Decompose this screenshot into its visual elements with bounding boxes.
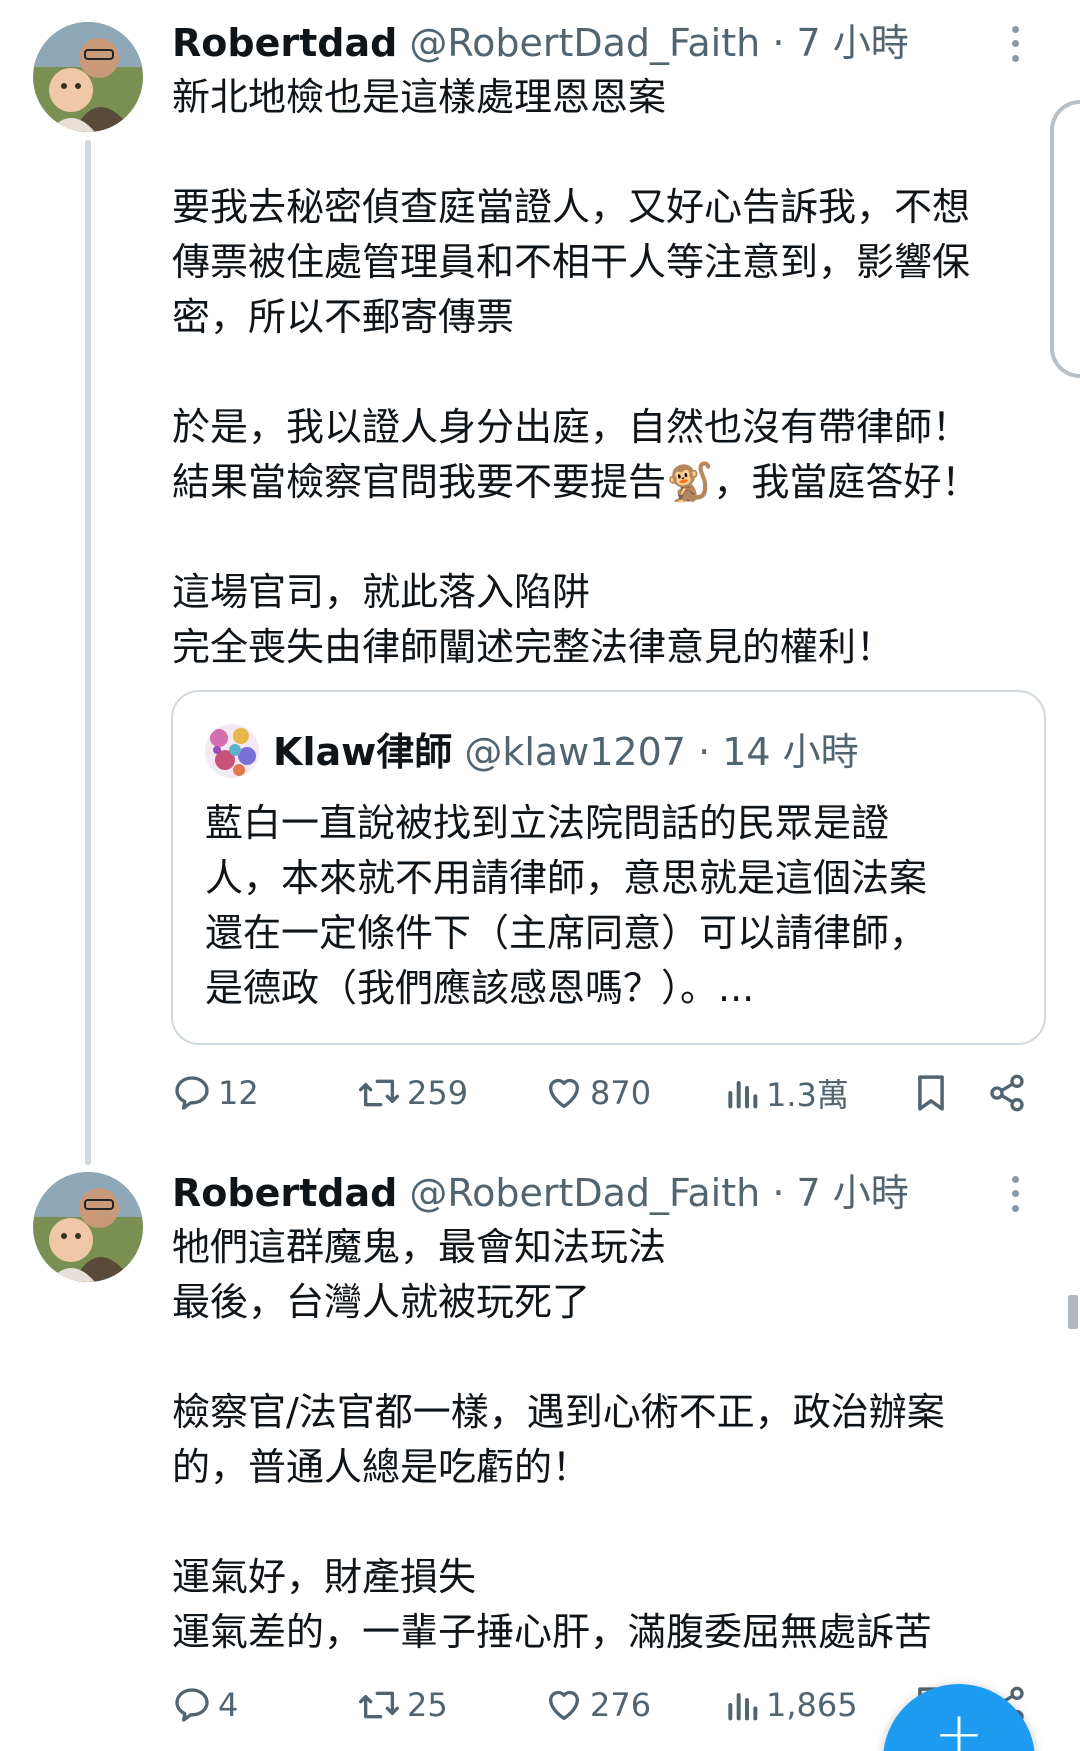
like-count: 870: [590, 1074, 652, 1112]
timestamp[interactable]: 7 小時: [797, 21, 909, 65]
heart-icon: [549, 1690, 579, 1720]
like-count: 276: [590, 1686, 652, 1724]
retweet-button[interactable]: 259: [357, 1063, 468, 1123]
retweet-icon: [358, 1079, 399, 1107]
bookmark-button[interactable]: [912, 1063, 950, 1123]
plus-icon: +: [933, 1699, 985, 1751]
tweet-paragraph: 新北地檢也是這樣處理恩恩案: [172, 75, 667, 119]
like-button[interactable]: 276: [544, 1675, 651, 1735]
edge-handle[interactable]: [1050, 100, 1080, 378]
retweet-icon: [358, 1691, 399, 1719]
username[interactable]: @RobertDad_Faith: [409, 21, 760, 65]
tweet-text: 新北地檢也是這樣處理恩恩案 要我去秘密偵查庭當證人，又好心告訴我，不想 傳票被住…: [172, 70, 1042, 675]
username[interactable]: @RobertDad_Faith: [409, 1171, 760, 1215]
display-name[interactable]: Robertdad: [172, 1171, 397, 1215]
tweet[interactable]: Robertdad @RobertDad_Faith · 7 小時 牠們這群魔鬼…: [0, 1150, 1080, 1751]
quoted-tweet-card[interactable]: Klaw律師 @klaw1207 · 14 小時 藍白一直說被找到立法院問話的民…: [171, 690, 1046, 1045]
retweet-button[interactable]: 25: [357, 1675, 448, 1735]
separator-dot: ·: [772, 21, 785, 65]
timestamp[interactable]: 7 小時: [797, 1171, 909, 1215]
quoted-text: 藍白一直說被找到立法院問話的民眾是證 人，本來就不用請律師，意思就是這個法案 還…: [205, 801, 928, 1010]
tweet-paragraph: 運氣好，財產損失 運氣差的，一輩子捶心肝，滿腹委屈無處訴苦: [172, 1555, 933, 1654]
heart-icon: [549, 1078, 579, 1108]
bookmark-icon: [918, 1075, 944, 1111]
reply-button[interactable]: 4: [172, 1675, 238, 1735]
analytics-icon: [728, 1693, 758, 1721]
view-count: 1.3萬: [766, 1076, 849, 1114]
views-button[interactable]: 1.3萬: [724, 1063, 849, 1123]
separator-dot: ·: [698, 730, 711, 774]
retweet-count: 259: [407, 1074, 469, 1112]
tweet-header: Robertdad @RobertDad_Faith · 7 小時: [172, 1168, 909, 1218]
more-options-icon[interactable]: [1000, 22, 1030, 66]
reply-count: 4: [218, 1686, 239, 1724]
quoted-header: Klaw律師 @klaw1207 · 14 小時: [273, 726, 859, 778]
tweet-paragraph: 這場官司，就此落入陷阱 完全喪失由律師闡述完整法律意見的權利！: [172, 570, 895, 669]
share-button[interactable]: [987, 1063, 1027, 1123]
quoted-username[interactable]: @klaw1207: [464, 730, 686, 774]
retweet-count: 25: [407, 1686, 448, 1724]
reply-count: 12: [218, 1074, 259, 1112]
view-count: 1,865: [766, 1686, 858, 1724]
reply-icon: [175, 1076, 209, 1110]
tweet-text: 牠們這群魔鬼，最會知法玩法 最後，台灣人就被玩死了 檢察官/法官都一樣，遇到心術…: [172, 1220, 1042, 1660]
avatar[interactable]: [33, 1172, 143, 1282]
action-bar: 12 259 870 1.3萬: [172, 1063, 1032, 1123]
reply-button[interactable]: 12: [172, 1063, 259, 1123]
thread-line: [85, 140, 91, 1165]
views-button[interactable]: 1,865: [724, 1675, 858, 1735]
tweet-paragraph: 要我去秘密偵查庭當證人，又好心告訴我，不想 傳票被住處管理員和不相干人等注意到，…: [172, 185, 971, 339]
separator-dot: ·: [772, 1171, 785, 1215]
timeline: Robertdad @RobertDad_Faith · 7 小時 新北地檢也是…: [0, 0, 1080, 1751]
scrollbar-thumb[interactable]: [1068, 1295, 1078, 1329]
like-button[interactable]: 870: [544, 1063, 651, 1123]
tweet-paragraph: 檢察官/法官都一樣，遇到心術不正，政治辦案 的，普通人總是吃虧的！: [172, 1390, 945, 1489]
tweet-header: Robertdad @RobertDad_Faith · 7 小時: [172, 18, 909, 68]
tweet-paragraph: 牠們這群魔鬼，最會知法玩法 最後，台灣人就被玩死了: [172, 1225, 667, 1324]
reply-icon: [175, 1688, 209, 1722]
display-name[interactable]: Robertdad: [172, 21, 397, 65]
avatar[interactable]: [33, 22, 143, 132]
more-options-icon[interactable]: [1000, 1172, 1030, 1216]
quoted-display-name[interactable]: Klaw律師: [273, 730, 452, 774]
analytics-icon: [728, 1081, 758, 1109]
quoted-timestamp[interactable]: 14 小時: [722, 730, 858, 774]
quoted-avatar[interactable]: [205, 724, 259, 778]
tweet-paragraph: 於是，我以證人身分出庭，自然也沒有帶律師！ 結果當檢察官問我要不要提告🐒，我當庭…: [172, 405, 980, 504]
share-icon: [990, 1074, 1024, 1112]
tweet[interactable]: Robertdad @RobertDad_Faith · 7 小時 新北地檢也是…: [0, 0, 1080, 1165]
